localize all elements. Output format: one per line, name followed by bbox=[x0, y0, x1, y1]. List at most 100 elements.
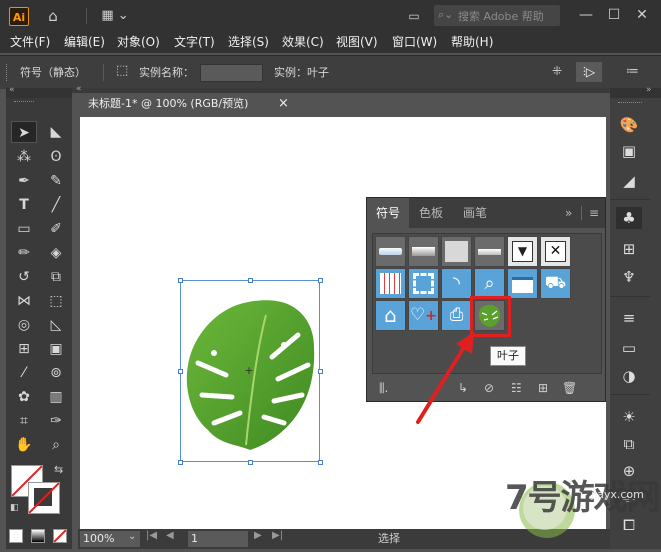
lasso-tool-icon[interactable]: ʘ bbox=[43, 146, 69, 168]
minimize-button[interactable]: — bbox=[572, 0, 600, 32]
symbol-cart-icon[interactable]: ⛟ bbox=[540, 268, 571, 299]
type-tool-icon[interactable]: T bbox=[11, 194, 37, 216]
next-artboard-icon[interactable]: ▶ bbox=[254, 530, 262, 541]
document-tab[interactable]: 未标题-1* @ 100% (RGB/预览) × bbox=[80, 93, 290, 115]
menu-effect[interactable]: 效果(C) bbox=[282, 32, 324, 53]
instance-name-input[interactable] bbox=[200, 64, 263, 82]
maximize-button[interactable]: ☐ bbox=[600, 0, 628, 32]
collapse-icon[interactable]: « bbox=[9, 85, 15, 95]
eyedropper-tool-icon[interactable]: ⁄ bbox=[11, 362, 37, 384]
tab-symbols[interactable]: 符号 bbox=[367, 198, 409, 228]
menu-edit[interactable]: 编辑(E) bbox=[64, 32, 105, 53]
resize-handle[interactable] bbox=[318, 278, 323, 283]
grip-handle[interactable] bbox=[618, 102, 642, 106]
none-mode-button[interactable] bbox=[53, 529, 67, 543]
menu-type[interactable]: 文字(T) bbox=[174, 32, 215, 53]
mesh-tool-icon[interactable]: ⊞ bbox=[11, 338, 37, 360]
graphic-styles-panel-icon[interactable]: ☀ bbox=[616, 406, 642, 428]
expand-dock-icon[interactable]: » bbox=[646, 85, 652, 95]
hand-tool-icon[interactable]: ✋ bbox=[11, 434, 37, 456]
brushes-panel-icon[interactable]: ♆ bbox=[616, 266, 642, 288]
resize-handle[interactable] bbox=[318, 369, 323, 374]
color-mode-button[interactable] bbox=[9, 529, 23, 543]
align-options-icon[interactable]: ⫶▷ bbox=[576, 62, 602, 82]
symbol-film-icon[interactable] bbox=[408, 268, 439, 299]
rectangle-tool-icon[interactable]: ▭ bbox=[11, 218, 37, 240]
symbol-search-icon[interactable]: ⌕ bbox=[474, 268, 505, 299]
rotate-tool-icon[interactable]: ↺ bbox=[11, 266, 37, 288]
eraser-tool-icon[interactable]: ◈ bbox=[43, 242, 69, 264]
symbol-calendar-icon[interactable] bbox=[375, 268, 406, 299]
symbol-button-light[interactable] bbox=[375, 236, 406, 267]
panel-layout-icon[interactable]: ▭ bbox=[404, 0, 424, 32]
symbol-button-gray[interactable] bbox=[408, 236, 439, 267]
gradient-tool-icon[interactable]: ▣ bbox=[43, 338, 69, 360]
menu-select[interactable]: 选择(S) bbox=[228, 32, 269, 53]
close-button[interactable]: ✕ bbox=[628, 0, 656, 32]
resize-handle[interactable] bbox=[178, 460, 183, 465]
menu-window[interactable]: 窗口(W) bbox=[392, 32, 437, 53]
pen-tool-icon[interactable]: ✒ bbox=[11, 170, 37, 192]
break-link-icon[interactable]: ⊘ bbox=[484, 376, 494, 400]
resize-handle[interactable] bbox=[248, 278, 253, 283]
help-search-input[interactable]: ⌕⌄ 搜索 Adobe 帮助 bbox=[434, 5, 560, 26]
last-artboard-icon[interactable]: ▶| bbox=[272, 530, 283, 541]
blend-tool-icon[interactable]: ⊚ bbox=[43, 362, 69, 384]
delete-symbol-icon[interactable]: 🗑 bbox=[562, 376, 577, 400]
tab-brushes[interactable]: 画笔 bbox=[463, 198, 487, 228]
menu-file[interactable]: 文件(F) bbox=[10, 32, 50, 53]
artboard-number-field[interactable]: 1 bbox=[188, 531, 248, 547]
expand-panel-icon[interactable]: » bbox=[565, 198, 572, 228]
symbol-home-icon[interactable]: ⌂ bbox=[375, 300, 406, 331]
direct-selection-tool-icon[interactable]: ◣ bbox=[43, 121, 69, 143]
symbol-options-icon[interactable]: ☷ bbox=[511, 376, 522, 400]
color-guide-panel-icon[interactable]: ▣ bbox=[616, 140, 642, 162]
zoom-tool-icon[interactable]: ⌕ bbox=[43, 434, 69, 456]
symbol-heart-add-icon[interactable]: ♡+ bbox=[408, 300, 439, 331]
free-transform-tool-icon[interactable]: ⬚ bbox=[43, 290, 69, 312]
symbol-libraries-icon[interactable]: ⫼. bbox=[379, 376, 388, 400]
symbol-sprayer-tool-icon[interactable]: ✿ bbox=[11, 386, 37, 408]
close-tab-icon[interactable]: × bbox=[278, 93, 289, 115]
zoom-dropdown-icon[interactable]: ⌄ bbox=[128, 531, 136, 542]
magic-wand-tool-icon[interactable]: ⁂ bbox=[11, 146, 37, 168]
first-artboard-icon[interactable]: |◀ bbox=[146, 530, 157, 541]
grip-handle[interactable] bbox=[6, 64, 10, 81]
symbol-button-slim[interactable] bbox=[474, 236, 505, 267]
panel-menu-icon[interactable]: ≡ bbox=[589, 198, 599, 228]
home-icon[interactable]: ⌂ bbox=[40, 0, 66, 32]
symbol-printer-icon[interactable]: ⎙ bbox=[441, 300, 472, 331]
symbol-button-plain[interactable] bbox=[441, 236, 472, 267]
previous-artboard-icon[interactable]: ◀ bbox=[166, 530, 174, 541]
width-tool-icon[interactable]: ⋈ bbox=[11, 290, 37, 312]
column-graph-tool-icon[interactable]: ▥ bbox=[43, 386, 69, 408]
panel-menu-icon[interactable]: ≔ bbox=[626, 64, 642, 80]
shape-builder-tool-icon[interactable]: ◎ bbox=[11, 314, 37, 336]
curvature-tool-icon[interactable]: ✎ bbox=[43, 170, 69, 192]
resize-handle[interactable] bbox=[178, 369, 183, 374]
symbol-credit-card-icon[interactable] bbox=[507, 268, 538, 299]
grip-handle[interactable] bbox=[14, 101, 34, 105]
symbol-rss-icon[interactable]: ◝ bbox=[441, 268, 472, 299]
swatches-panel-icon[interactable]: ⊞ bbox=[616, 238, 642, 260]
symbol-dropdown-icon[interactable]: ▼ bbox=[507, 236, 538, 267]
transparency-panel-icon[interactable]: ◑ bbox=[616, 365, 642, 387]
gradient-panel-icon[interactable]: ▭ bbox=[616, 337, 642, 359]
symbol-close-icon[interactable]: ✕ bbox=[540, 236, 571, 267]
menu-view[interactable]: 视图(V) bbox=[336, 32, 378, 53]
default-colors-icon[interactable]: ◧ bbox=[10, 503, 19, 513]
scale-tool-icon[interactable]: ⧉ bbox=[43, 266, 69, 288]
menu-object[interactable]: 对象(O) bbox=[117, 32, 160, 53]
shaper-tool-icon[interactable]: ✏ bbox=[11, 242, 37, 264]
tab-swatches[interactable]: 色板 bbox=[419, 198, 443, 228]
new-symbol-icon[interactable]: ⊞ bbox=[538, 376, 548, 400]
menu-help[interactable]: 帮助(H) bbox=[451, 32, 493, 53]
resize-handle[interactable] bbox=[248, 460, 253, 465]
gradient-mode-button[interactable] bbox=[31, 529, 45, 543]
symbols-panel-icon[interactable]: ♣ bbox=[616, 207, 642, 229]
stroke-panel-icon[interactable]: ≡ bbox=[616, 307, 642, 329]
edit-symbol-icon[interactable]: ⬚ bbox=[116, 63, 132, 81]
swap-fill-stroke-icon[interactable]: ⇆ bbox=[54, 463, 63, 476]
slice-tool-icon[interactable]: ✑ bbox=[43, 410, 69, 432]
paintbrush-tool-icon[interactable]: ✐ bbox=[43, 218, 69, 240]
